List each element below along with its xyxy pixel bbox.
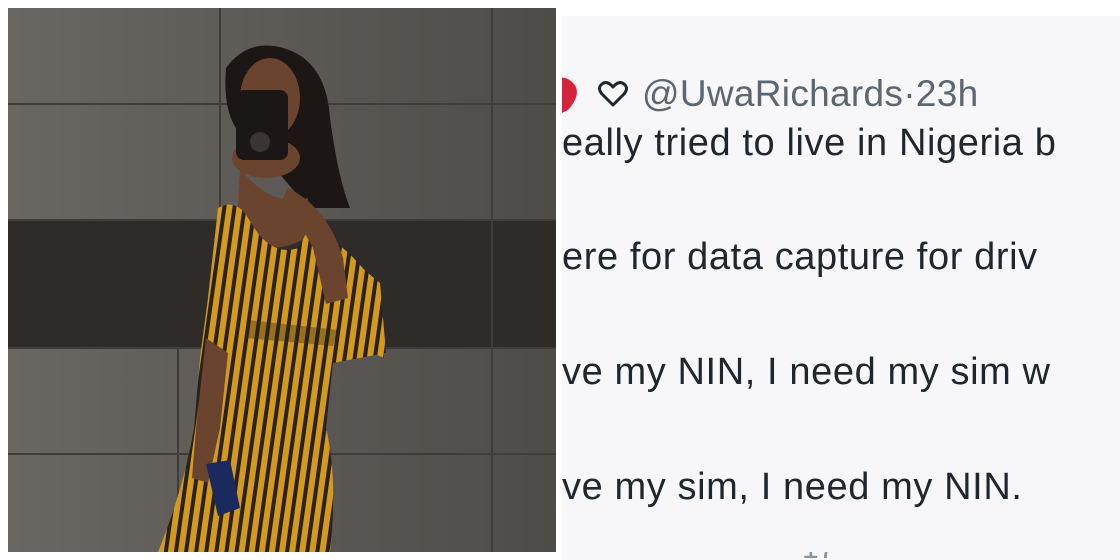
red-heart-icon — [562, 77, 577, 113]
tweet-handle[interactable]: @UwaRichards — [642, 73, 903, 115]
cropped-text-fragment: 17 — [802, 552, 922, 560]
tweet-text-line: ve my NIN, I need my sim w — [562, 351, 1051, 393]
selfie-illustration — [8, 8, 556, 552]
tweet-separator: · — [903, 73, 916, 114]
tweet-text-line: ve my sim, I need my NIN. — [562, 466, 1023, 508]
tweet-crop: @UwaRichards · 23h eally tried to live i… — [562, 16, 1120, 560]
tweet-header: @UwaRichards · 23h — [562, 64, 978, 124]
tweet-text-line: eally tried to live in Nigeria b — [562, 122, 1057, 164]
selfie-photo — [8, 8, 556, 552]
tweet-timestamp[interactable]: 23h — [916, 73, 979, 115]
tweet-text-line: ere for data capture for driv — [562, 236, 1038, 278]
outline-heart-icon[interactable] — [598, 81, 628, 107]
